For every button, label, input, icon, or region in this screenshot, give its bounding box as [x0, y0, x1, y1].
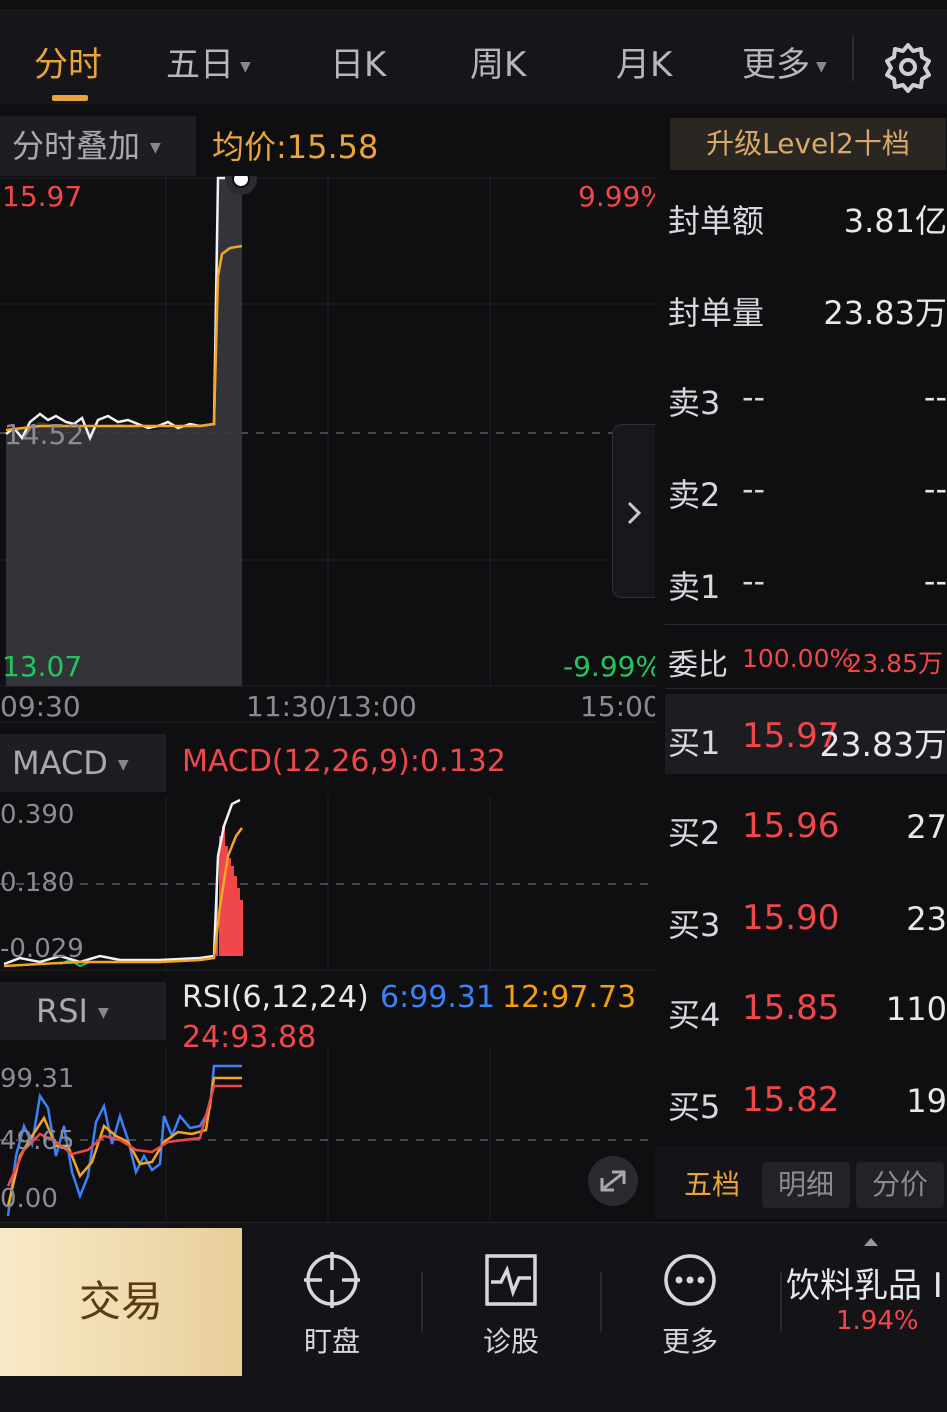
price-mid-label: 14.52 — [4, 418, 85, 451]
rsi6-value: 6:99.31 — [380, 980, 496, 1015]
bid-price: 15.82 — [742, 1080, 840, 1120]
expand-panel-button[interactable] — [612, 424, 655, 598]
rsi-tick-top: 99.31 — [0, 1064, 75, 1094]
price-low-label: 13.07 — [2, 650, 83, 683]
price-line — [5, 176, 242, 442]
pct-high-label: 9.99% — [578, 180, 667, 213]
order-ratio-pct: 100.00% — [742, 644, 854, 673]
bottom-divider — [600, 1272, 602, 1332]
avg-price-line — [5, 244, 243, 432]
ask-label: 卖1 — [668, 568, 721, 606]
bid-price: 15.96 — [742, 806, 840, 846]
order-ratio-volume: 23.85万 — [846, 649, 943, 678]
bid-price: 15.85 — [742, 988, 840, 1028]
avg-price-label: 均价:15.58 — [212, 128, 379, 166]
rsi-title: RSI(6,12,24) — [182, 980, 369, 1015]
sector-name[interactable]: 饮料乳品 I — [786, 1258, 943, 1307]
bid-label: 买1 — [668, 724, 721, 762]
order-ratio-label: 委比 — [668, 648, 728, 683]
macd-title: MACD(12,26,9):0.132 — [182, 744, 506, 779]
macd-chart — [0, 796, 655, 972]
rsi-tick-mid: 49.65 — [0, 1126, 75, 1156]
ask-volume: -- — [923, 562, 947, 600]
diagnose-button[interactable]: 诊股 — [451, 1250, 571, 1360]
macd-tick-mid: 0.180 — [0, 868, 75, 898]
dropdown-caret-icon: ▼ — [97, 1005, 109, 1021]
period-tab-bar: 分时 五日 ▼ 日K 周K 月K 更多 ▼ — [0, 10, 947, 104]
fullscreen-icon — [600, 1170, 626, 1192]
ask-volume: -- — [923, 378, 947, 416]
overlay-selector[interactable]: 分时叠加 ▼ — [0, 116, 196, 176]
rsi12-value: 12:97.73 — [502, 980, 637, 1015]
bid-price: 15.90 — [742, 898, 840, 938]
watch-label: 盯盘 — [303, 1325, 360, 1358]
pulse-chart-icon — [485, 1254, 537, 1306]
tab-divider — [852, 35, 854, 81]
seal-volume-value: 23.83万 — [823, 294, 947, 332]
ask-price: -- — [742, 562, 766, 600]
cursor-dot — [232, 176, 250, 188]
active-tab-indicator — [52, 95, 88, 101]
intraday-chart[interactable] — [0, 176, 655, 724]
more-button[interactable]: 更多 — [630, 1250, 750, 1360]
watch-button[interactable]: 盯盘 — [272, 1250, 392, 1360]
tab-weekly-k[interactable]: 周K — [470, 37, 526, 86]
bottom-divider — [780, 1272, 782, 1332]
bid-volume: 27 — [906, 808, 947, 846]
dropdown-caret-icon: ▼ — [816, 58, 827, 75]
tab-monthly-k[interactable]: 月K — [616, 37, 672, 86]
crosshair-icon — [304, 1252, 360, 1308]
tab-details[interactable]: 明细 — [762, 1162, 850, 1208]
chevron-right-icon — [627, 501, 642, 525]
dropdown-caret-icon: ▼ — [150, 140, 161, 156]
ask-label: 卖3 — [668, 384, 721, 422]
tab-more[interactable]: 更多 ▼ — [742, 37, 827, 86]
time-mid-label: 11:30/13:00 — [246, 690, 417, 723]
book-divider — [665, 624, 947, 625]
ask-label: 卖2 — [668, 476, 721, 514]
book-divider — [665, 688, 947, 689]
seal-volume-label: 封单量 — [668, 294, 765, 332]
bottom-divider — [421, 1272, 423, 1332]
bid-label: 买2 — [668, 814, 721, 852]
fullscreen-button[interactable] — [588, 1156, 638, 1206]
seal-amount-value: 3.81亿 — [843, 202, 947, 240]
bid-label: 买3 — [668, 906, 721, 944]
bid-volume: 23.83万 — [819, 725, 947, 764]
price-high-label: 15.97 — [2, 180, 83, 213]
tab-five-levels[interactable]: 五档 — [670, 1162, 754, 1208]
ask-price: -- — [742, 470, 766, 508]
upgrade-level2-button[interactable]: 升级Level2十档 — [670, 118, 946, 170]
caret-up-icon — [864, 1238, 878, 1246]
trade-button[interactable]: 交易 — [0, 1228, 242, 1376]
tab-daily-k[interactable]: 日K — [330, 37, 386, 86]
rsi-selector[interactable]: RSI ▼ — [0, 982, 166, 1040]
more-dots-icon — [664, 1254, 716, 1306]
more-label: 更多 — [661, 1325, 718, 1358]
seal-amount-label: 封单额 — [668, 202, 765, 240]
ask-price: -- — [742, 378, 766, 416]
bid-label: 买4 — [668, 996, 721, 1034]
ask-volume: -- — [923, 470, 947, 508]
bid-volume: 19 — [906, 1082, 947, 1120]
dropdown-caret-icon: ▼ — [117, 757, 129, 773]
rsi-chart — [0, 1046, 655, 1220]
macd-tick-top: 0.390 — [0, 800, 75, 830]
tab-five-day[interactable]: 五日 ▼ — [166, 37, 251, 86]
macd-selector[interactable]: MACD ▼ — [0, 734, 166, 792]
macd-tick-low: -0.029 — [0, 934, 84, 964]
bid-volume: 110 — [885, 990, 947, 1028]
bid-label: 买5 — [668, 1088, 721, 1126]
dropdown-caret-icon: ▼ — [240, 58, 251, 75]
pct-low-label: -9.99% — [563, 650, 663, 683]
tab-intraday[interactable]: 分时 — [34, 37, 102, 86]
tab-price-distribution[interactable]: 分价 — [856, 1162, 944, 1208]
diagnose-label: 诊股 — [482, 1325, 539, 1358]
rsi-tick-low: 0.00 — [0, 1184, 58, 1214]
gear-icon[interactable] — [882, 41, 934, 93]
time-end-label: 15:00 — [580, 690, 661, 723]
sector-change: 1.94% — [836, 1306, 919, 1336]
bid-volume: 23 — [906, 900, 947, 938]
time-start-label: 09:30 — [0, 690, 81, 723]
